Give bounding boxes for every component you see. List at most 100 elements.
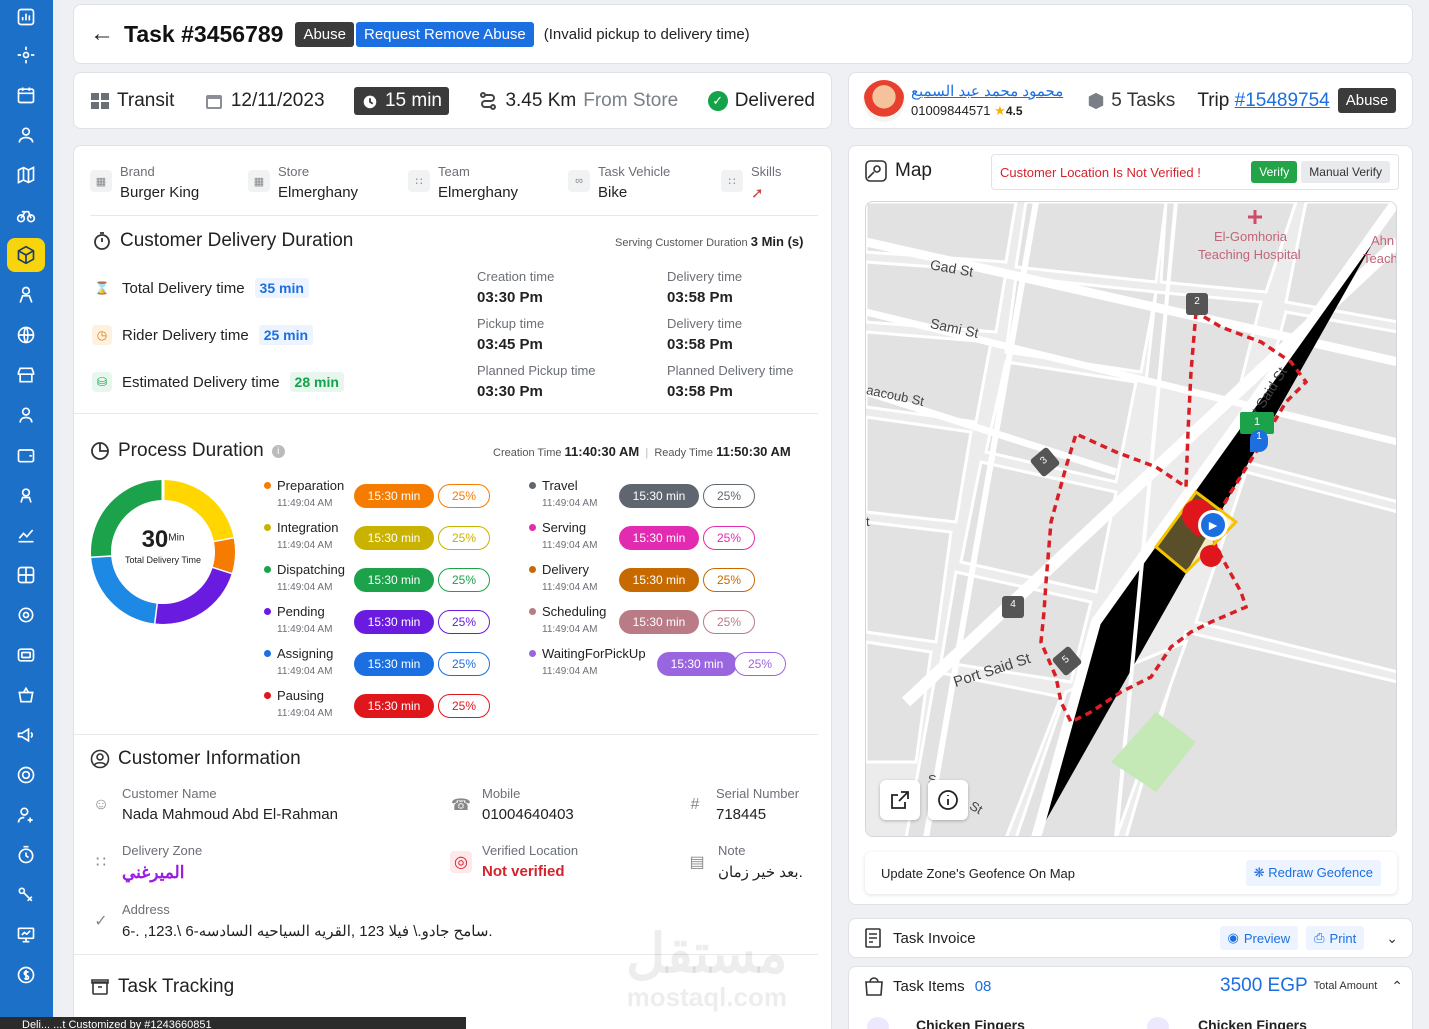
time-value: 03:45 Pm (477, 336, 543, 353)
step-name: Pending (277, 604, 325, 619)
serving-value: 3 Min (s) (750, 234, 804, 249)
rider-name-link[interactable]: محمود محمد عبد السميع (911, 82, 1063, 100)
basket-icon[interactable] (7, 678, 45, 712)
open-external-map-button[interactable] (880, 780, 920, 820)
task-date: 12/11/2023 (204, 90, 325, 112)
print-button[interactable]: ⎙ Print (1306, 926, 1365, 950)
section-title-text: Process Duration (118, 440, 264, 461)
user-circle-icon (90, 749, 110, 769)
money-icon[interactable] (7, 958, 45, 992)
calendar-icon (205, 94, 222, 109)
delivery-truck-icon: ⛁ (92, 372, 112, 392)
step-percent-pill: 25% (703, 484, 755, 508)
step-duration-pill: 15:30 min (619, 568, 699, 592)
timer-icon[interactable] (7, 838, 45, 872)
calendar-icon[interactable] (7, 78, 45, 112)
delivered-status: ✓ Delivered (707, 90, 815, 112)
marker-number: 1 (1253, 416, 1261, 428)
request-remove-abuse-button[interactable]: Request Remove Abuse (356, 21, 534, 47)
poi-label: Teach (1363, 251, 1397, 266)
step-time: 11:49:04 AM (277, 666, 333, 677)
bike-icon[interactable] (7, 198, 45, 232)
presentation-icon[interactable] (7, 918, 45, 952)
map-info-button[interactable] (928, 780, 968, 820)
invoice-icon (865, 928, 881, 948)
task-invoice-bar[interactable]: Task Invoice ◉ Preview ⎙ Print ⌄ (848, 918, 1413, 958)
settings-icon[interactable] (7, 598, 45, 632)
map-icon[interactable] (7, 158, 45, 192)
route-marker-4[interactable]: 4 (1002, 596, 1024, 618)
step-time: 11:49:04 AM (542, 582, 598, 593)
tools-icon[interactable] (7, 878, 45, 912)
total-amount-label: Total Amount (1313, 980, 1378, 992)
location-verify-bar: Customer Location Is Not Verified ! Veri… (991, 154, 1399, 190)
wallet-icon[interactable] (7, 438, 45, 472)
package-icon[interactable] (7, 238, 45, 272)
info-icon[interactable]: i (271, 444, 285, 458)
globe-icon[interactable] (7, 318, 45, 352)
chevron-down-icon[interactable]: ⌄ (1386, 930, 1398, 947)
grid-icon[interactable] (7, 558, 45, 592)
process-step: Assigning 11:49:04 AM (264, 646, 333, 677)
transit-status: Transit (90, 90, 174, 112)
process-step-name: Integration (264, 520, 338, 535)
store-icon[interactable] (7, 358, 45, 392)
target-icon[interactable] (7, 758, 45, 792)
process-step: Scheduling 11:49:04 AM (529, 604, 606, 635)
watermark-arabic: مستقل (626, 924, 788, 984)
redraw-geofence-button[interactable]: ❋ Redraw Geofence (1245, 860, 1381, 886)
preview-button[interactable]: ◉ Preview (1219, 926, 1299, 950)
status-dot (529, 566, 536, 573)
route-marker-2[interactable]: 2 (1186, 293, 1208, 315)
routes-icon[interactable] (7, 38, 45, 72)
bottom-toast: Deli... ...t Customized by #1243660851 (0, 1017, 466, 1029)
process-donut-chart: 30Min Total Delivery Time (89, 478, 237, 626)
user-settings-icon[interactable] (7, 798, 45, 832)
location-pin-icon: ◎ (450, 851, 472, 873)
mobile-field: ☎ Mobile 01004640403 (450, 786, 574, 823)
verify-button[interactable]: Verify (1251, 161, 1298, 183)
field-label: Customer Name (122, 786, 217, 801)
team-icon[interactable] (7, 478, 45, 512)
status-dot (264, 608, 271, 615)
pie-chart-icon (91, 442, 109, 460)
campaign-icon[interactable] (7, 718, 45, 752)
step-time: 11:49:04 AM (277, 624, 333, 635)
task-title: Task #3456789 (124, 20, 284, 47)
skills-icon: ∷ (721, 170, 743, 192)
field-value[interactable]: الميرغني (122, 863, 202, 883)
time-label: Planned Pickup time (477, 363, 596, 378)
process-step-name: Serving (529, 520, 597, 535)
task-tracking-title: Task Tracking (90, 976, 234, 998)
eye-icon: ◉ (1227, 930, 1239, 945)
process-step: Serving 11:49:04 AM (529, 520, 597, 551)
analytics-icon[interactable] (7, 518, 45, 552)
manual-verify-button[interactable]: Manual Verify (1301, 161, 1390, 183)
pickup-time: Pickup time 03:45 Pm (477, 316, 544, 353)
check-icon: ✓ (707, 90, 728, 111)
chevron-up-icon[interactable]: ⌃ (1391, 978, 1403, 995)
devices-icon[interactable] (7, 638, 45, 672)
section-title-text: Task Tracking (118, 976, 235, 997)
printer-icon: ⎙ (1314, 930, 1325, 945)
customer-icon[interactable] (7, 398, 45, 432)
customer-location-icon[interactable] (1200, 545, 1222, 567)
back-arrow-icon[interactable]: ← (90, 20, 114, 48)
item-icon (1147, 1017, 1169, 1029)
rider-location-icon[interactable]: ► (1198, 510, 1228, 540)
meta-label: Task Vehicle (598, 164, 671, 179)
user-group-icon[interactable] (7, 118, 45, 152)
rider-rating: 4.5 (1005, 104, 1023, 118)
map-canvas[interactable]: Gad St Sami St aacoub St Port Said St Po… (865, 201, 1397, 837)
step-time: 11:49:04 AM (542, 540, 598, 551)
route-marker-1[interactable]: 1 (1250, 430, 1268, 452)
step-name: WaitingForPickUp (542, 646, 646, 661)
dashboard-icon[interactable] (7, 0, 45, 34)
field-label: Serial Number (716, 786, 800, 801)
task-items-header[interactable]: Task Items 08 3500 EGP Total Amount ⌃ (863, 975, 1403, 997)
rider-icon[interactable] (7, 278, 45, 312)
trip-id-link[interactable]: #15489754 (1235, 90, 1330, 111)
status-text: Transit (117, 89, 175, 111)
serial-field: # Serial Number 718445 (684, 786, 800, 823)
process-step-name: Delivery (529, 562, 597, 577)
